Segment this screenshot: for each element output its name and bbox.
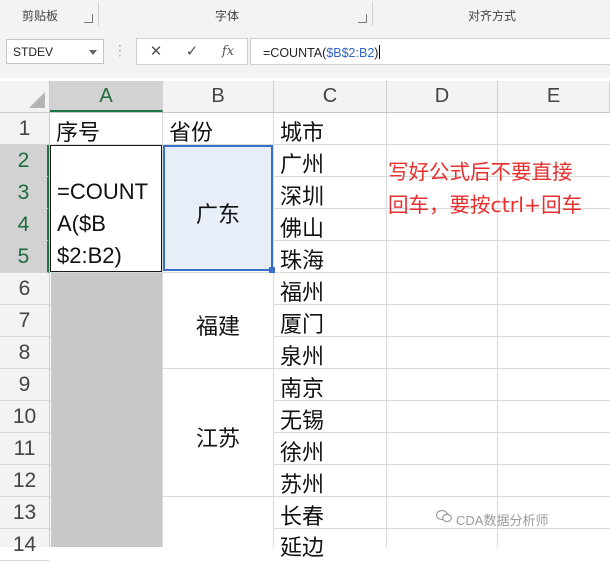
select-all-button[interactable] — [0, 81, 50, 112]
cell-c2[interactable]: 广州 — [280, 147, 324, 179]
cell-c11[interactable]: 徐州 — [280, 435, 324, 467]
formula-text: =COUNTA($B$2:B2) — [263, 45, 381, 60]
cell-edit-text: =COUNT A($B $2:B2) — [57, 176, 148, 272]
row-header-6[interactable]: 6 — [0, 273, 49, 305]
cell-c12[interactable]: 苏州 — [280, 467, 324, 499]
gridline — [273, 113, 274, 547]
row-header-7[interactable]: 7 — [0, 305, 49, 337]
row-header-14[interactable]: 14 — [0, 529, 49, 561]
formula-reference: $B$2:B2 — [326, 46, 375, 60]
column-header-e[interactable]: E — [498, 81, 610, 112]
column-header-c[interactable]: C — [274, 81, 387, 112]
row-header-1[interactable]: 1 — [0, 113, 49, 145]
ribbon-separator — [98, 2, 99, 26]
formula-prefix: =COUNTA( — [263, 46, 327, 60]
cell-c1[interactable]: 城市 — [280, 115, 324, 147]
row-header-2[interactable]: 2 — [0, 145, 49, 177]
column-header-d[interactable]: D — [387, 81, 498, 112]
ribbon-group-font: 字体 — [215, 9, 240, 23]
watermark: CDA数据分析师 — [436, 509, 549, 529]
merged-cell-b13-b14[interactable] — [163, 497, 273, 547]
select-all-icon — [29, 92, 45, 108]
province-label: 江苏 — [196, 427, 241, 452]
cell-c5[interactable]: 珠海 — [280, 243, 324, 275]
annotation-line: 回车，要按ctrl+回车 — [388, 193, 583, 217]
cancel-icon[interactable]: ✕ — [145, 42, 167, 60]
cell-c10[interactable]: 无锡 — [280, 403, 324, 435]
formula-suffix: ) — [374, 46, 379, 60]
province-label: 广东 — [196, 203, 241, 228]
name-box-value: STDEV — [13, 45, 54, 59]
cell-c3[interactable]: 深圳 — [280, 179, 324, 211]
cell-c4[interactable]: 佛山 — [280, 211, 324, 243]
fill-handle[interactable] — [269, 267, 275, 273]
insert-function-icon[interactable]: fx — [217, 44, 239, 59]
formula-buttons: ✕ ✓ fx — [136, 38, 248, 65]
cell-c7[interactable]: 厦门 — [280, 307, 324, 339]
font-launcher-icon[interactable] — [358, 14, 367, 23]
clipboard-launcher-icon[interactable] — [84, 14, 93, 23]
row-header-10[interactable]: 10 — [0, 401, 49, 433]
row-header-11[interactable]: 11 — [0, 433, 49, 465]
row-header-3[interactable]: 3 — [0, 177, 49, 209]
row-header-13[interactable]: 13 — [0, 497, 49, 529]
cell-c13[interactable]: 长春 — [280, 499, 324, 531]
ribbon: 剪贴板 字体 对齐方式 — [0, 0, 610, 29]
cell-edit-line: =COUNT — [57, 179, 149, 204]
ribbon-group-clipboard: 剪贴板 — [22, 9, 59, 23]
ribbon-group-alignment: 对齐方式 — [468, 9, 517, 23]
enter-icon[interactable]: ✓ — [181, 42, 203, 60]
column-header-b[interactable]: B — [163, 81, 274, 112]
cell-c6[interactable]: 福州 — [280, 275, 324, 307]
name-box[interactable]: STDEV — [6, 39, 104, 64]
selected-range-a6-a14[interactable] — [51, 273, 162, 547]
formula-input[interactable]: =COUNTA($B$2:B2) — [250, 38, 610, 65]
column-headers: A B C D E — [0, 81, 610, 113]
cell-c9[interactable]: 南京 — [280, 371, 324, 403]
cell-edit-line: $2:B2) — [57, 243, 122, 268]
ribbon-separator — [372, 2, 373, 26]
active-cell-a2[interactable]: =COUNT A($B $2:B2) — [50, 145, 162, 272]
cell-b1[interactable]: 省份 — [169, 115, 213, 147]
drag-handle-icon[interactable]: · · · — [118, 40, 122, 62]
column-header-a[interactable]: A — [50, 81, 163, 112]
row-header-9[interactable]: 9 — [0, 369, 49, 401]
cell-c14[interactable]: 延边 — [280, 530, 324, 562]
watermark-text: CDA数据分析师 — [456, 513, 549, 528]
row-headers: 1 2 3 4 5 6 7 8 9 10 11 12 13 14 — [0, 113, 50, 561]
gridline — [386, 113, 387, 547]
row-header-12[interactable]: 12 — [0, 465, 49, 497]
text-caret — [379, 45, 381, 59]
annotation-line: 写好公式后不要直接 — [388, 160, 573, 184]
row-header-8[interactable]: 8 — [0, 337, 49, 369]
cell-c8[interactable]: 泉州 — [280, 339, 324, 371]
row-header-5[interactable]: 5 — [0, 241, 49, 273]
wechat-icon — [436, 509, 452, 523]
province-label: 福建 — [196, 315, 241, 340]
row-header-4[interactable]: 4 — [0, 209, 49, 241]
annotation-note: 写好公式后不要直接 回车，要按ctrl+回车 — [388, 156, 582, 222]
cell-edit-line: A($B — [57, 211, 106, 236]
chevron-down-icon[interactable] — [89, 50, 97, 55]
cell-a1[interactable]: 序号 — [56, 115, 100, 147]
